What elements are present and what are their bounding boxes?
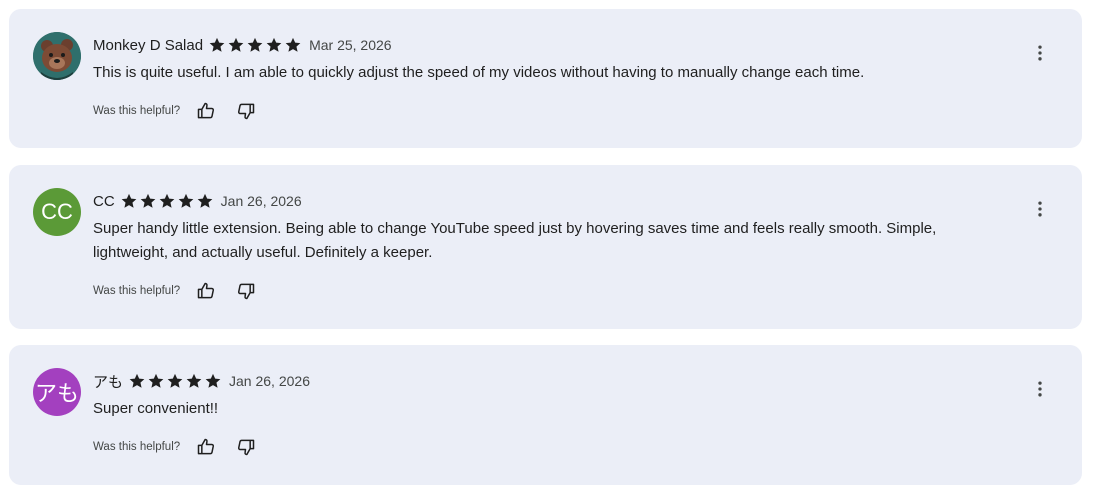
avatar: CC (33, 188, 81, 236)
review-text: This is quite useful. I am able to quick… (93, 64, 865, 81)
thumb-up-button[interactable] (194, 279, 218, 303)
thumb-down-icon (238, 103, 255, 120)
review-author: CC (93, 192, 115, 210)
reviews-list: Monkey D Salad Mar 25, 2026 This is quit… (0, 0, 1094, 494)
star-icon (266, 37, 282, 52)
helpful-row: Was this helpful? (93, 279, 1002, 303)
avatar-bear-image (33, 32, 81, 80)
star-icon (285, 37, 301, 52)
star-icon (247, 37, 263, 52)
helpful-label: Was this helpful? (93, 285, 181, 297)
more-options-button[interactable] (1028, 377, 1052, 401)
thumb-up-icon (197, 102, 215, 119)
helpful-row: Was this helpful? (93, 435, 1002, 459)
helpful-row: Was this helpful? (93, 99, 1002, 123)
review-header: アも Jan 26, 2026 (93, 371, 1002, 391)
star-icon (228, 37, 244, 52)
star-icon (140, 193, 156, 208)
more-vert-icon (1038, 381, 1042, 397)
star-icon (186, 373, 202, 388)
star-rating (128, 372, 223, 390)
star-rating (208, 36, 303, 54)
avatar-initials: CC (41, 199, 73, 224)
star-icon (178, 193, 194, 208)
more-options-button[interactable] (1028, 41, 1052, 65)
review-content: CC Jan 26, 2026 Super handy little exten… (93, 191, 1002, 303)
thumb-up-icon (197, 282, 215, 299)
review-date: Jan 26, 2026 (229, 373, 310, 389)
review-text: Super convenient!! (93, 400, 219, 417)
thumb-up-button[interactable] (194, 99, 218, 123)
helpful-label: Was this helpful? (93, 441, 181, 453)
thumb-down-button[interactable] (234, 279, 258, 303)
thumb-down-button[interactable] (234, 435, 258, 459)
review-content: Monkey D Salad Mar 25, 2026 This is quit… (93, 35, 1002, 123)
thumb-down-icon (238, 439, 255, 456)
thumb-down-button[interactable] (234, 99, 258, 123)
review-header: CC Jan 26, 2026 (93, 191, 1002, 211)
star-icon (209, 37, 225, 52)
review-card: Monkey D Salad Mar 25, 2026 This is quit… (9, 9, 1082, 148)
star-icon (197, 193, 213, 208)
star-icon (148, 373, 164, 388)
thumb-up-button[interactable] (194, 435, 218, 459)
review-text: Super handy little extension. Being able… (93, 220, 937, 261)
thumb-down-icon (238, 283, 255, 300)
review-date: Mar 25, 2026 (309, 37, 392, 53)
star-icon (205, 373, 221, 388)
review-card: CC CC Jan 26, 2026 Super handy little ex… (9, 165, 1082, 329)
star-icon (159, 193, 175, 208)
more-vert-icon (1038, 201, 1042, 217)
review-author: アも (93, 373, 124, 391)
star-icon (129, 373, 145, 388)
star-icon (121, 193, 137, 208)
review-date: Jan 26, 2026 (220, 193, 302, 209)
review-author: Monkey D Salad (93, 36, 204, 54)
avatar: アも (33, 368, 81, 416)
avatar-initials: アも (34, 381, 79, 406)
more-vert-icon (1038, 45, 1042, 61)
avatar (33, 32, 81, 80)
more-options-button[interactable] (1028, 197, 1052, 221)
review-card: アも アも Jan 26, 2026 Super convenient!! Wa… (9, 345, 1082, 485)
thumb-up-icon (197, 438, 215, 455)
review-content: アも Jan 26, 2026 Super convenient!! Was t… (93, 371, 1002, 459)
review-header: Monkey D Salad Mar 25, 2026 (93, 35, 1002, 55)
star-rating (120, 192, 215, 210)
star-icon (167, 373, 183, 388)
helpful-label: Was this helpful? (93, 105, 181, 117)
